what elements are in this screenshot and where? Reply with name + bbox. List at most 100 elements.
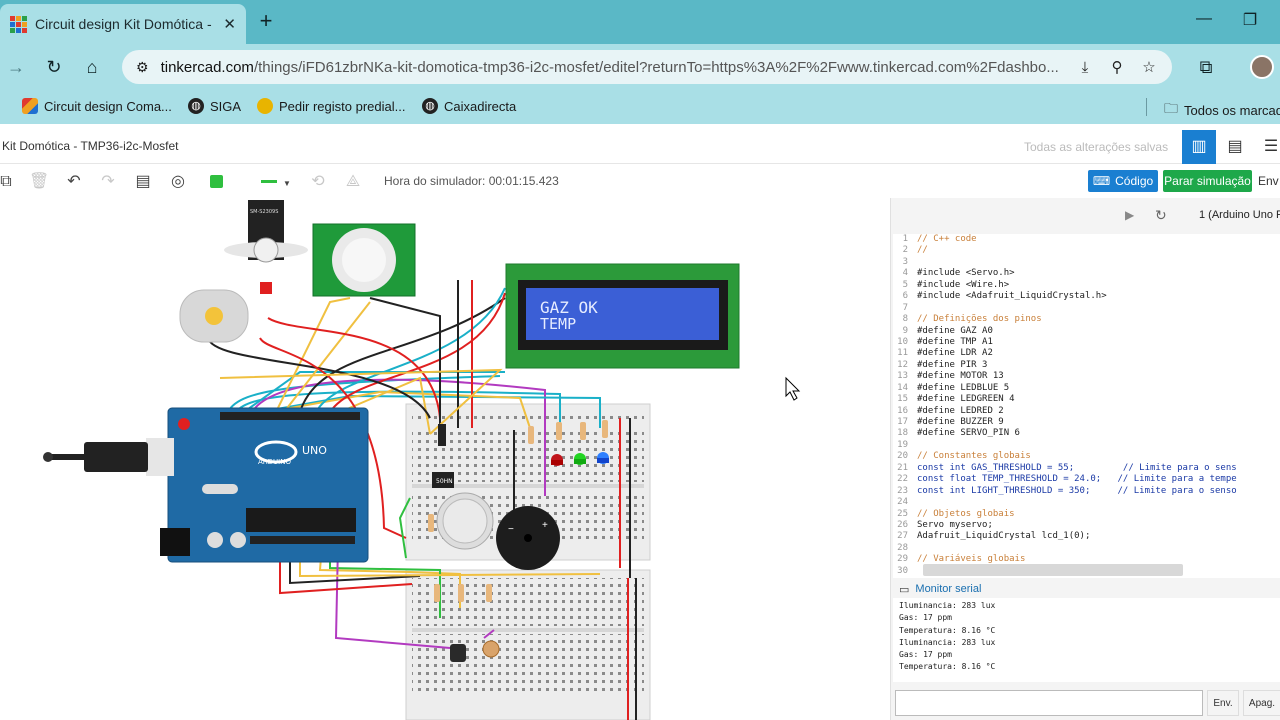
zoom-icon[interactable]: ⚲ — [1106, 58, 1128, 76]
code-line[interactable]: 3 — [893, 257, 1280, 268]
bookmark-star-icon[interactable]: ☆ — [1138, 58, 1160, 76]
code-line[interactable]: 15 #define LEDGREEN 4 — [893, 394, 1280, 405]
mosfet[interactable]: 50HN — [432, 472, 454, 488]
close-tab-icon[interactable]: ✕ — [223, 15, 236, 33]
circuit-canvas[interactable]: 50HN − + SM-S2309S GAZ OK TEMP ARDUINO U… — [0, 198, 890, 720]
address-bar[interactable]: ⚙ tinkercad.com/things/iFD61zbrNKa-kit-d… — [122, 50, 1172, 84]
restore-window-icon[interactable]: ❐ — [1238, 10, 1262, 34]
code-line[interactable]: 27 Adafruit_LiquidCrystal lcd_1(0); — [893, 531, 1280, 542]
code-line[interactable]: 25 // Objetos globais — [893, 509, 1280, 520]
servo-motor[interactable]: SM-S2309S — [224, 200, 308, 294]
notes-icon[interactable]: ▤ — [133, 172, 153, 192]
code-line[interactable]: 19 — [893, 440, 1280, 451]
code-line[interactable]: 23 const int LIGHT_THRESHOLD = 350; // Li… — [893, 486, 1280, 497]
undo-icon[interactable]: ↶ — [64, 172, 84, 192]
power-jack[interactable] — [160, 528, 190, 556]
dc-motor[interactable] — [179, 289, 249, 343]
install-app-icon[interactable]: ⤓ — [1074, 59, 1096, 76]
code-line[interactable]: 8 // Definições dos pinos — [893, 314, 1280, 325]
browser-tab[interactable]: Circuit design Kit Domótica - Ti ✕ — [0, 4, 246, 44]
code-panel: ▶ ↻ 1 (Arduino Uno R 1 // C++ code 2 // 3 4 #i… — [890, 198, 1280, 720]
home-icon[interactable]: ⌂ — [80, 55, 104, 79]
code-line[interactable]: 14 #define LEDBLUE 5 — [893, 383, 1280, 394]
stop-simulation-button[interactable]: Parar simulação — [1163, 170, 1252, 192]
copy-icon[interactable]: ⧉ — [0, 172, 16, 192]
lcd-display[interactable]: GAZ OK TEMP — [505, 263, 740, 369]
led-blue[interactable] — [597, 452, 609, 464]
gas-sensor[interactable] — [436, 492, 494, 550]
transistor[interactable] — [438, 424, 446, 446]
serial-monitor-bar[interactable]: ▭ Monitor serial — [891, 580, 1280, 598]
code-line[interactable]: 20 // Constantes globais — [893, 451, 1280, 462]
debug-icon[interactable]: ↻ — [1155, 207, 1167, 224]
design-title[interactable]: Kit Domótica - TMP36-i2c-Mosfet — [2, 139, 179, 153]
piezo-buzzer[interactable]: − + — [496, 506, 560, 570]
schematic-view-button[interactable]: ▤ — [1218, 130, 1252, 164]
breadboard-bottom[interactable] — [405, 569, 651, 720]
code-line[interactable]: 12 #define PIR 3 — [893, 360, 1280, 371]
photoresistor[interactable] — [482, 640, 500, 658]
forward-arrow-icon[interactable]: → — [4, 55, 28, 79]
wire-color-picker[interactable]: ▼ — [206, 172, 226, 208]
rotate-icon[interactable]: ⟲ — [308, 172, 328, 192]
code-line[interactable]: 4 #include <Servo.h> — [893, 268, 1280, 279]
profile-avatar[interactable] — [1250, 55, 1274, 79]
code-line[interactable]: 21 const int GAS_THRESHOLD = 55; // Limit… — [893, 463, 1280, 474]
svg-text:SM-S2309S: SM-S2309S — [250, 209, 278, 215]
editor-horizontal-scrollbar[interactable] — [923, 564, 1183, 576]
chevron-down-icon: ▼ — [283, 179, 291, 188]
send-to-button[interactable]: Env — [1258, 174, 1279, 188]
upload-run-icon[interactable]: ▶ — [1125, 208, 1134, 222]
all-bookmarks-folder[interactable]: 🗀 Todos os marcad — [1164, 98, 1280, 122]
minimize-icon[interactable]: — — [1192, 10, 1216, 34]
code-line[interactable]: 2 // — [893, 245, 1280, 256]
flip-icon[interactable]: ⟁ — [343, 172, 363, 192]
device-selector[interactable]: 1 (Arduino Uno R — [1199, 209, 1280, 221]
led-red[interactable] — [551, 454, 563, 466]
bookmark-siga[interactable]: ◍ SIGA — [188, 98, 241, 114]
component-list-button[interactable]: ☰ — [1254, 130, 1280, 164]
extensions-icon[interactable]: ⧉ — [1194, 55, 1218, 79]
arduino-uno-board[interactable]: ARDUINO UNO — [167, 407, 369, 563]
code-line[interactable]: 9 #define GAZ A0 — [893, 326, 1280, 337]
bookmark-caixadirecta[interactable]: ◍ Caixadirecta — [422, 98, 516, 114]
code-line[interactable]: 6 #include <Adafruit_LiquidCrystal.h> — [893, 291, 1280, 302]
serial-input-field[interactable] — [895, 690, 1203, 716]
annotate-icon[interactable]: ◎ — [168, 172, 188, 192]
code-line[interactable]: 16 #define LEDRED 2 — [893, 406, 1280, 417]
usb-cable[interactable] — [43, 438, 174, 476]
delete-icon[interactable]: 🗑 — [29, 172, 49, 192]
code-line[interactable]: 26 Servo myservo; — [893, 520, 1280, 531]
serial-clear-button[interactable]: Apag. — [1243, 690, 1280, 716]
code-line[interactable]: 11 #define LDR A2 — [893, 348, 1280, 359]
code-line[interactable]: 17 #define BUZZER 9 — [893, 417, 1280, 428]
code-line[interactable]: 10 #define TMP A1 — [893, 337, 1280, 348]
circuit-view-button[interactable]: ▥ — [1182, 130, 1216, 164]
code-line[interactable]: 13 #define MOTOR 13 — [893, 371, 1280, 382]
serial-send-button[interactable]: Env. — [1207, 690, 1239, 716]
reload-icon[interactable]: ↻ — [42, 55, 66, 79]
serial-line: Temperatura: 8.16 °C — [899, 662, 996, 672]
code-line[interactable]: 7 — [893, 303, 1280, 314]
code-line[interactable]: 24 — [893, 497, 1280, 508]
code-button[interactable]: ⌨ Código — [1088, 170, 1158, 192]
led-green[interactable] — [574, 453, 586, 465]
pir-sensor[interactable] — [312, 223, 416, 297]
redo-icon[interactable]: ↷ — [98, 172, 118, 192]
bookmarks-divider — [1146, 98, 1147, 116]
code-editor[interactable]: 1 // C++ code 2 // 3 4 #include <Servo.h> 5 #inc… — [893, 234, 1280, 578]
new-tab-button[interactable]: + — [254, 10, 278, 34]
site-settings-icon[interactable]: ⚙ — [136, 59, 149, 76]
code-line[interactable]: 1 // C++ code — [893, 234, 1280, 245]
code-line[interactable]: 22 const float TEMP_THRESHOLD = 24.0; // … — [893, 474, 1280, 485]
code-text: #define LEDGREEN 4 — [917, 394, 1015, 405]
code-line[interactable]: 5 #include <Wire.h> — [893, 280, 1280, 291]
bookmark-registo-predial[interactable]: Pedir registo predial... — [257, 98, 405, 114]
wire-type-picker[interactable]: ▼ — [258, 172, 294, 192]
browser-tab-bar: Circuit design Kit Domótica - Ti ✕ + — ❐ — [0, 0, 1280, 44]
tmp36-sensor[interactable] — [450, 644, 466, 662]
code-line[interactable]: 28 — [893, 543, 1280, 554]
mouse-cursor-icon — [785, 376, 801, 401]
bookmark-circuit-design[interactable]: Circuit design Coma... — [22, 98, 172, 114]
code-line[interactable]: 18 #define SERVO_PIN 6 — [893, 428, 1280, 439]
